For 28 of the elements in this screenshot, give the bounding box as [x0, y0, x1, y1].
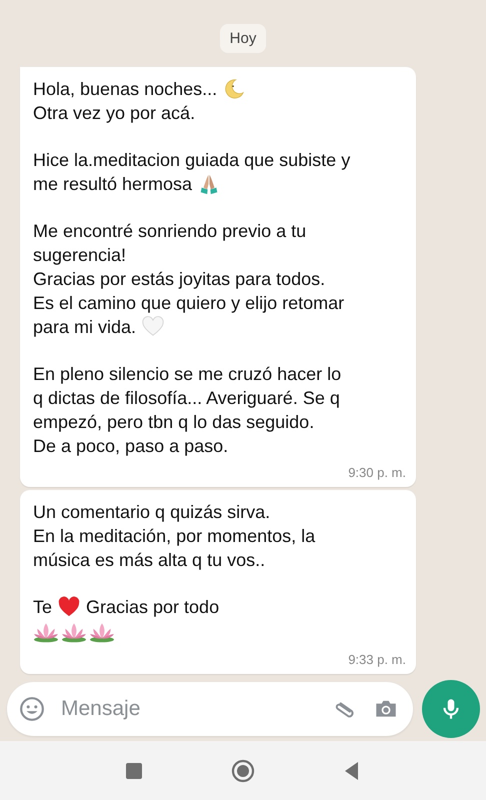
message-text: De a poco, paso a paso.: [33, 435, 228, 458]
message-text: En pleno silencio se me cruzó hacer lo: [33, 363, 342, 386]
home-icon[interactable]: [231, 758, 255, 783]
message-text: me resultó hermosa: [33, 173, 192, 196]
message-time: 9:30 p. m.: [347, 465, 406, 481]
date-chip: Hoy: [220, 24, 266, 53]
message-text: para mi vida.: [33, 316, 136, 339]
message-text: Me encontré sonriendo previo a tu: [33, 220, 306, 243]
message-text: Gracias por todo: [86, 596, 220, 619]
message-text: Hola, buenas noches...: [33, 78, 218, 101]
message-time: 9:33 p. m.: [347, 652, 406, 668]
message-field[interactable]: Mensaje: [7, 682, 413, 736]
message-text: En la meditación, por momentos, la: [33, 525, 316, 548]
message-text: Un comentario q quizás sirva.: [33, 501, 270, 524]
message-text: Gracias por estás joyitas para todos.: [33, 268, 326, 291]
message-text: Te: [33, 596, 52, 619]
message-input[interactable]: Mensaje: [59, 696, 319, 722]
message-text: empezó, pero tbn q lo das seguido.: [33, 411, 314, 434]
message-text: música es más alta q tu vos..: [33, 549, 266, 572]
heart-icon: [58, 596, 80, 618]
crescent-moon-icon: [223, 78, 246, 100]
emoji-icon[interactable]: [19, 696, 45, 722]
message-text: Hice la.meditacion guiada que subiste y: [33, 149, 350, 172]
message-text: sugerencia!: [33, 244, 126, 267]
message-text: q dictas de filosofía... Averiguaré. Se q: [33, 387, 340, 410]
message-text: Otra vez yo por acá.: [33, 102, 196, 125]
message-text: Es el camino que quiero y elijo retomar: [33, 292, 344, 315]
heart-icon: [142, 316, 164, 338]
